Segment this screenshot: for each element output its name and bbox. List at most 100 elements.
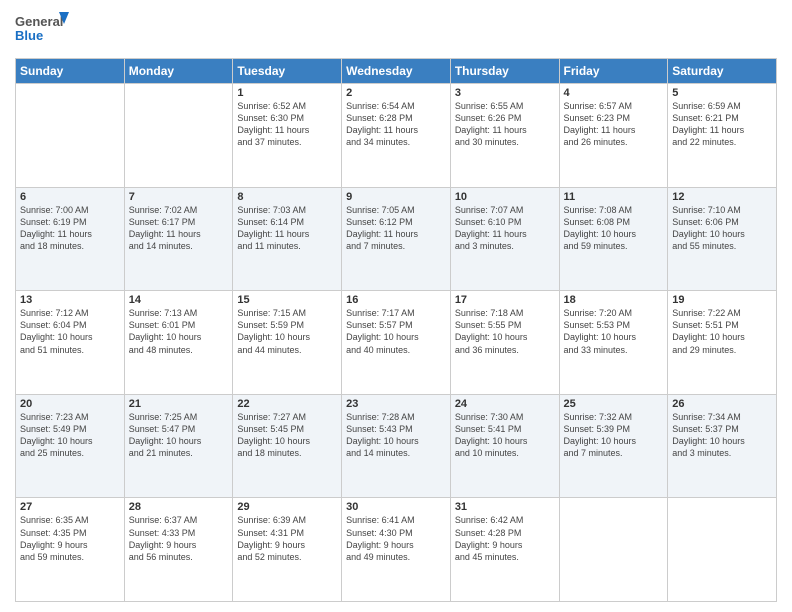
day-cell: 20Sunrise: 7:23 AM Sunset: 5:49 PM Dayli… (16, 394, 125, 498)
day-number: 25 (564, 398, 664, 410)
day-number: 18 (564, 294, 664, 306)
day-cell: 29Sunrise: 6:39 AM Sunset: 4:31 PM Dayli… (233, 498, 342, 602)
day-number: 11 (564, 191, 664, 203)
day-info: Sunrise: 7:12 AM Sunset: 6:04 PM Dayligh… (20, 307, 120, 356)
day-cell (16, 84, 125, 188)
day-cell: 15Sunrise: 7:15 AM Sunset: 5:59 PM Dayli… (233, 291, 342, 395)
day-number: 16 (346, 294, 446, 306)
day-info: Sunrise: 7:23 AM Sunset: 5:49 PM Dayligh… (20, 411, 120, 460)
day-info: Sunrise: 7:34 AM Sunset: 5:37 PM Dayligh… (672, 411, 772, 460)
day-number: 1 (237, 87, 337, 99)
day-cell: 5Sunrise: 6:59 AM Sunset: 6:21 PM Daylig… (668, 84, 777, 188)
day-cell (124, 84, 233, 188)
day-info: Sunrise: 6:57 AM Sunset: 6:23 PM Dayligh… (564, 100, 664, 149)
day-number: 9 (346, 191, 446, 203)
day-number: 5 (672, 87, 772, 99)
day-header: Saturday (668, 59, 777, 84)
day-cell: 24Sunrise: 7:30 AM Sunset: 5:41 PM Dayli… (450, 394, 559, 498)
day-cell: 2Sunrise: 6:54 AM Sunset: 6:28 PM Daylig… (342, 84, 451, 188)
day-header: Sunday (16, 59, 125, 84)
day-cell: 21Sunrise: 7:25 AM Sunset: 5:47 PM Dayli… (124, 394, 233, 498)
day-cell: 26Sunrise: 7:34 AM Sunset: 5:37 PM Dayli… (668, 394, 777, 498)
day-info: Sunrise: 6:39 AM Sunset: 4:31 PM Dayligh… (237, 514, 337, 563)
day-cell: 30Sunrise: 6:41 AM Sunset: 4:30 PM Dayli… (342, 498, 451, 602)
day-cell (559, 498, 668, 602)
logo-svg: General Blue (15, 10, 70, 48)
logo: General Blue (15, 10, 70, 48)
header-row: SundayMondayTuesdayWednesdayThursdayFrid… (16, 59, 777, 84)
day-number: 13 (20, 294, 120, 306)
day-cell: 31Sunrise: 6:42 AM Sunset: 4:28 PM Dayli… (450, 498, 559, 602)
day-info: Sunrise: 7:10 AM Sunset: 6:06 PM Dayligh… (672, 204, 772, 253)
day-cell: 8Sunrise: 7:03 AM Sunset: 6:14 PM Daylig… (233, 187, 342, 291)
day-number: 31 (455, 501, 555, 513)
day-info: Sunrise: 7:22 AM Sunset: 5:51 PM Dayligh… (672, 307, 772, 356)
day-cell: 9Sunrise: 7:05 AM Sunset: 6:12 PM Daylig… (342, 187, 451, 291)
day-number: 23 (346, 398, 446, 410)
day-info: Sunrise: 7:05 AM Sunset: 6:12 PM Dayligh… (346, 204, 446, 253)
day-info: Sunrise: 7:32 AM Sunset: 5:39 PM Dayligh… (564, 411, 664, 460)
day-number: 27 (20, 501, 120, 513)
day-info: Sunrise: 7:27 AM Sunset: 5:45 PM Dayligh… (237, 411, 337, 460)
day-info: Sunrise: 7:02 AM Sunset: 6:17 PM Dayligh… (129, 204, 229, 253)
day-cell: 17Sunrise: 7:18 AM Sunset: 5:55 PM Dayli… (450, 291, 559, 395)
week-row: 1Sunrise: 6:52 AM Sunset: 6:30 PM Daylig… (16, 84, 777, 188)
day-header: Friday (559, 59, 668, 84)
day-cell: 3Sunrise: 6:55 AM Sunset: 6:26 PM Daylig… (450, 84, 559, 188)
day-number: 28 (129, 501, 229, 513)
day-number: 3 (455, 87, 555, 99)
day-info: Sunrise: 7:20 AM Sunset: 5:53 PM Dayligh… (564, 307, 664, 356)
day-info: Sunrise: 6:37 AM Sunset: 4:33 PM Dayligh… (129, 514, 229, 563)
day-cell: 1Sunrise: 6:52 AM Sunset: 6:30 PM Daylig… (233, 84, 342, 188)
day-info: Sunrise: 6:55 AM Sunset: 6:26 PM Dayligh… (455, 100, 555, 149)
day-cell: 10Sunrise: 7:07 AM Sunset: 6:10 PM Dayli… (450, 187, 559, 291)
day-number: 6 (20, 191, 120, 203)
week-row: 20Sunrise: 7:23 AM Sunset: 5:49 PM Dayli… (16, 394, 777, 498)
day-number: 14 (129, 294, 229, 306)
day-info: Sunrise: 7:17 AM Sunset: 5:57 PM Dayligh… (346, 307, 446, 356)
day-number: 15 (237, 294, 337, 306)
day-number: 4 (564, 87, 664, 99)
day-number: 24 (455, 398, 555, 410)
day-info: Sunrise: 7:07 AM Sunset: 6:10 PM Dayligh… (455, 204, 555, 253)
day-number: 29 (237, 501, 337, 513)
week-row: 27Sunrise: 6:35 AM Sunset: 4:35 PM Dayli… (16, 498, 777, 602)
day-cell: 22Sunrise: 7:27 AM Sunset: 5:45 PM Dayli… (233, 394, 342, 498)
week-row: 6Sunrise: 7:00 AM Sunset: 6:19 PM Daylig… (16, 187, 777, 291)
svg-text:General: General (15, 14, 63, 29)
day-info: Sunrise: 7:03 AM Sunset: 6:14 PM Dayligh… (237, 204, 337, 253)
day-info: Sunrise: 7:13 AM Sunset: 6:01 PM Dayligh… (129, 307, 229, 356)
day-info: Sunrise: 6:42 AM Sunset: 4:28 PM Dayligh… (455, 514, 555, 563)
day-header: Thursday (450, 59, 559, 84)
day-info: Sunrise: 6:35 AM Sunset: 4:35 PM Dayligh… (20, 514, 120, 563)
day-cell: 14Sunrise: 7:13 AM Sunset: 6:01 PM Dayli… (124, 291, 233, 395)
day-info: Sunrise: 7:25 AM Sunset: 5:47 PM Dayligh… (129, 411, 229, 460)
day-number: 10 (455, 191, 555, 203)
day-info: Sunrise: 6:52 AM Sunset: 6:30 PM Dayligh… (237, 100, 337, 149)
day-info: Sunrise: 6:59 AM Sunset: 6:21 PM Dayligh… (672, 100, 772, 149)
day-cell: 7Sunrise: 7:02 AM Sunset: 6:17 PM Daylig… (124, 187, 233, 291)
day-number: 26 (672, 398, 772, 410)
svg-text:Blue: Blue (15, 28, 43, 43)
day-info: Sunrise: 7:30 AM Sunset: 5:41 PM Dayligh… (455, 411, 555, 460)
day-cell: 23Sunrise: 7:28 AM Sunset: 5:43 PM Dayli… (342, 394, 451, 498)
day-info: Sunrise: 7:15 AM Sunset: 5:59 PM Dayligh… (237, 307, 337, 356)
day-cell: 13Sunrise: 7:12 AM Sunset: 6:04 PM Dayli… (16, 291, 125, 395)
day-cell: 11Sunrise: 7:08 AM Sunset: 6:08 PM Dayli… (559, 187, 668, 291)
day-cell: 18Sunrise: 7:20 AM Sunset: 5:53 PM Dayli… (559, 291, 668, 395)
day-header: Tuesday (233, 59, 342, 84)
page: General Blue SundayMondayTuesdayWednesda… (0, 0, 792, 612)
day-cell: 27Sunrise: 6:35 AM Sunset: 4:35 PM Dayli… (16, 498, 125, 602)
day-cell: 12Sunrise: 7:10 AM Sunset: 6:06 PM Dayli… (668, 187, 777, 291)
day-header: Wednesday (342, 59, 451, 84)
day-info: Sunrise: 7:18 AM Sunset: 5:55 PM Dayligh… (455, 307, 555, 356)
day-number: 17 (455, 294, 555, 306)
week-row: 13Sunrise: 7:12 AM Sunset: 6:04 PM Dayli… (16, 291, 777, 395)
day-number: 21 (129, 398, 229, 410)
day-cell (668, 498, 777, 602)
day-info: Sunrise: 6:54 AM Sunset: 6:28 PM Dayligh… (346, 100, 446, 149)
day-number: 7 (129, 191, 229, 203)
day-info: Sunrise: 7:00 AM Sunset: 6:19 PM Dayligh… (20, 204, 120, 253)
day-number: 19 (672, 294, 772, 306)
day-cell: 6Sunrise: 7:00 AM Sunset: 6:19 PM Daylig… (16, 187, 125, 291)
